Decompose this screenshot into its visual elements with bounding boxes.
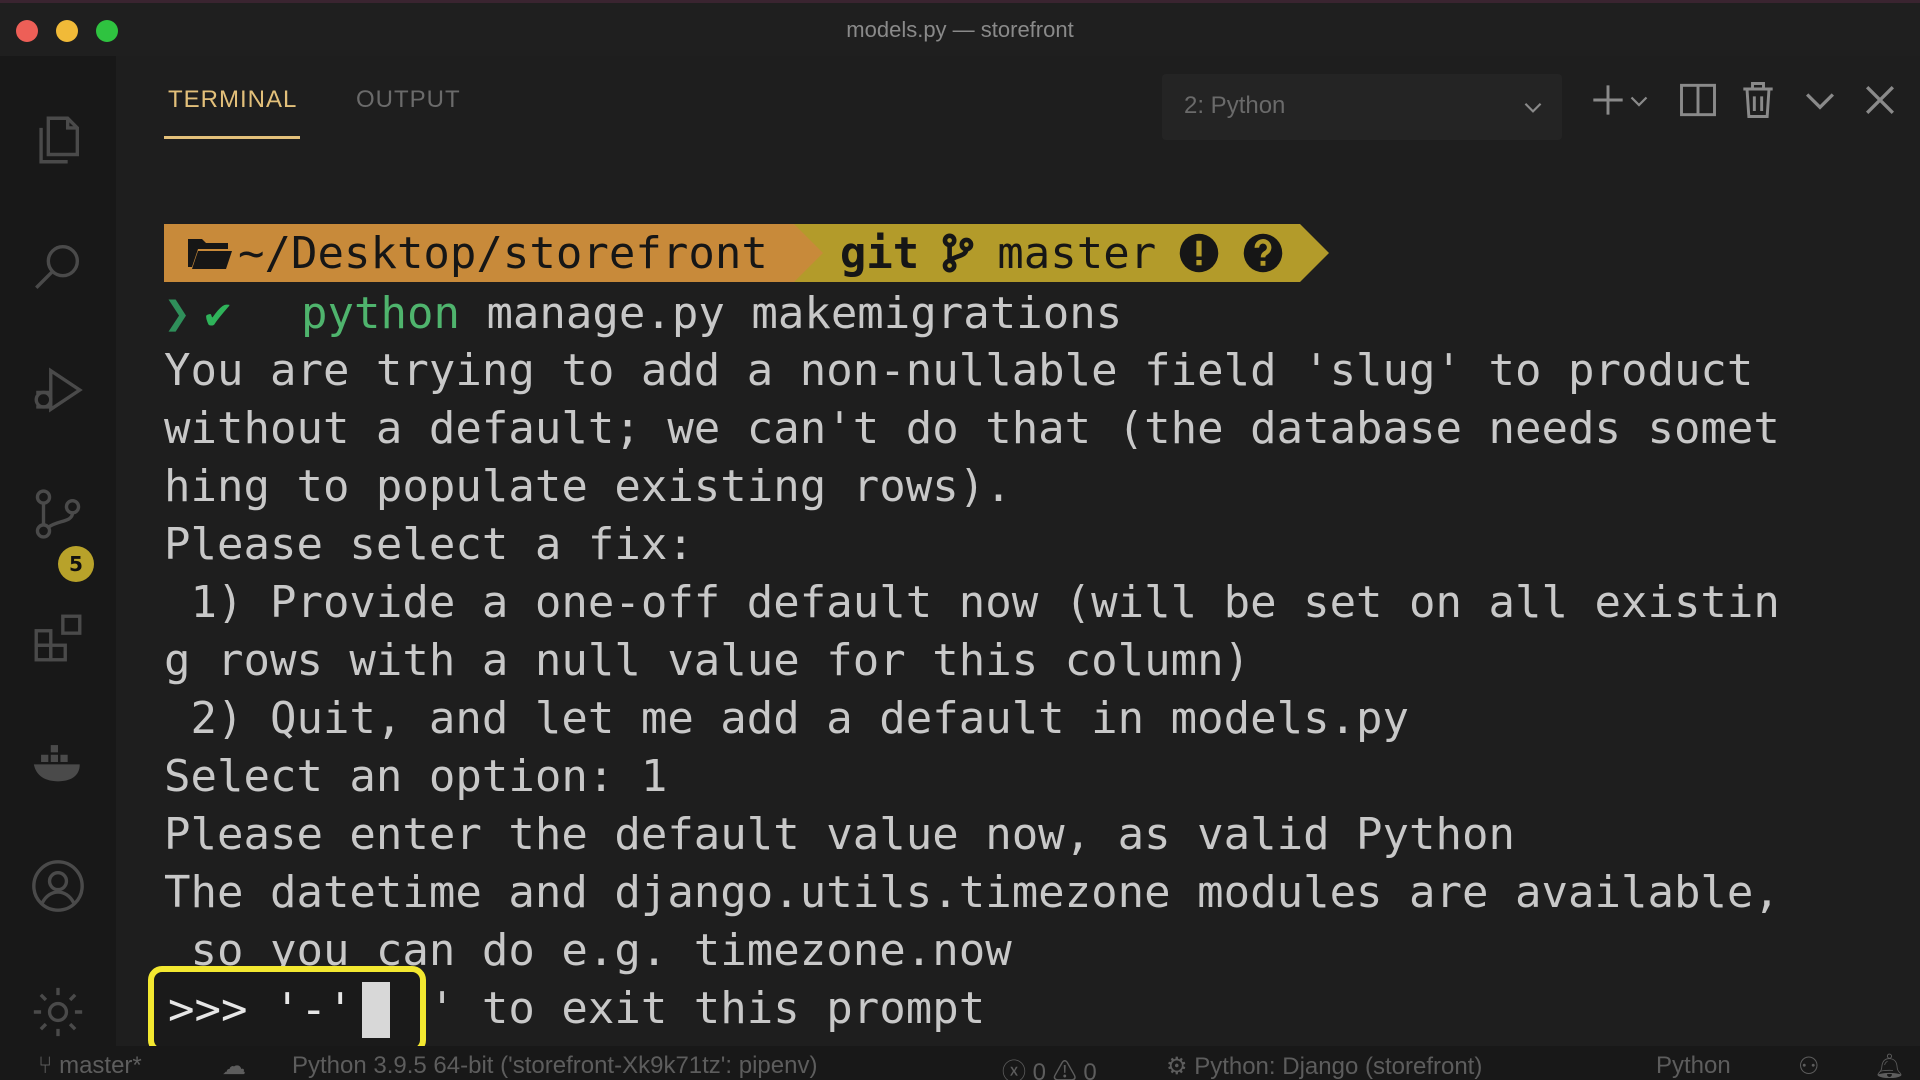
error-icon: ⓧ bbox=[1002, 1059, 1033, 1080]
command-line: ❯ ✔ python manage.py makemigrations bbox=[164, 284, 1122, 342]
maximize-panel-chevron-icon[interactable] bbox=[1798, 78, 1842, 122]
status-bar: ⑂ master* ☁ Python 3.9.5 64-bit ('storef… bbox=[0, 1046, 1920, 1080]
account-icon[interactable] bbox=[28, 856, 88, 916]
prompt-path: ~/Desktop/storefront bbox=[238, 227, 768, 279]
output-line: Select an option: 1 bbox=[164, 751, 668, 802]
output-line: g rows with a null value for this column… bbox=[164, 635, 1251, 686]
status-branch[interactable]: ⑂ master* bbox=[38, 1052, 142, 1080]
output-line: Please enter the default value now, as v… bbox=[164, 809, 1516, 860]
sync-icon[interactable]: ☁ bbox=[222, 1052, 246, 1080]
status-debug-config[interactable]: ⚙ Python: Django (storefront) bbox=[1166, 1052, 1482, 1080]
debug-icon[interactable] bbox=[28, 360, 88, 420]
prompt-git-segment: git master bbox=[793, 224, 1330, 282]
shell-prompt: ~/Desktop/storefront git master bbox=[164, 224, 1330, 282]
extensions-icon[interactable] bbox=[28, 608, 88, 668]
git-branch-icon: ⑂ bbox=[38, 1052, 60, 1079]
terminal-input[interactable]: >>> '-' bbox=[168, 984, 353, 1035]
success-check-icon: ✔ bbox=[204, 287, 232, 339]
output-line: 2) Quit, and let me add a default in mod… bbox=[164, 693, 1410, 744]
notifications-icon[interactable]: 🔔︎ bbox=[1874, 1052, 1904, 1080]
git-branch-icon bbox=[942, 233, 974, 273]
gear-icon[interactable] bbox=[28, 982, 88, 1042]
debug-config-label: Python: Django (storefront) bbox=[1194, 1053, 1483, 1080]
git-branch-name: master bbox=[997, 227, 1157, 279]
launch-profile-chevron-icon[interactable] bbox=[1624, 78, 1654, 122]
active-tab-indicator bbox=[164, 136, 300, 139]
warning-icon: ⚠ bbox=[1052, 1059, 1084, 1080]
output-line: hing to populate existing rows). bbox=[164, 461, 1012, 512]
window-title: models.py — storefront bbox=[846, 17, 1074, 42]
terminal-cursor bbox=[362, 982, 390, 1038]
search-icon[interactable] bbox=[28, 236, 88, 296]
output-line: 1) Provide a one-off default now (will b… bbox=[164, 577, 1780, 628]
terminal-panel: TERMINAL OUTPUT 2: Python ~/Desktop/stor… bbox=[116, 56, 1920, 1046]
split-terminal-icon[interactable] bbox=[1676, 78, 1720, 122]
prompt-chevron-icon: ❯ bbox=[164, 287, 191, 339]
title-bar: models.py — storefront bbox=[0, 0, 1920, 56]
output-line: without a default; we can't do that (the… bbox=[164, 403, 1780, 454]
debug-icon: ⚙ bbox=[1166, 1053, 1195, 1080]
status-problems[interactable]: ⓧ 0 ⚠ 0 bbox=[1002, 1052, 1097, 1080]
git-label: git bbox=[839, 227, 920, 279]
output-line: You are trying to add a non-nullable fie… bbox=[164, 345, 1754, 396]
warning-count: 0 bbox=[1083, 1059, 1097, 1080]
prompt-path-segment: ~/Desktop/storefront bbox=[164, 224, 823, 282]
command-program: python bbox=[301, 287, 460, 339]
status-branch-label: master* bbox=[59, 1052, 142, 1079]
files-icon[interactable] bbox=[28, 110, 88, 170]
live-share-icon[interactable]: ⚇ bbox=[1798, 1052, 1820, 1080]
activity-bar: 5 bbox=[0, 56, 116, 1046]
terminal-input-highlight[interactable]: >>> '-' bbox=[148, 966, 426, 1054]
panel-header: TERMINAL OUTPUT 2: Python bbox=[116, 56, 1920, 144]
terminal-selector-value: 2: Python bbox=[1184, 92, 1286, 119]
trash-icon[interactable] bbox=[1736, 78, 1780, 122]
terminal-selector[interactable]: 2: Python bbox=[1162, 74, 1562, 140]
status-language[interactable]: Python bbox=[1656, 1052, 1731, 1080]
tab-output[interactable]: OUTPUT bbox=[356, 86, 461, 114]
folder-open-icon bbox=[188, 239, 232, 269]
output-line: Please select a fix: bbox=[164, 519, 694, 570]
question-icon bbox=[1244, 233, 1283, 273]
chevron-down-icon bbox=[1524, 102, 1542, 113]
source-control-icon[interactable] bbox=[28, 484, 88, 544]
source-control-badge: 5 bbox=[58, 546, 94, 582]
close-panel-icon[interactable] bbox=[1858, 78, 1902, 122]
docker-icon[interactable] bbox=[28, 732, 88, 792]
exclamation-icon bbox=[1180, 233, 1219, 273]
terminal-output[interactable]: ~/Desktop/storefront git master ❯ ✔ pyth… bbox=[164, 166, 1920, 1046]
error-count: 0 bbox=[1032, 1059, 1047, 1080]
output-lines: You are trying to add a non-nullable fie… bbox=[164, 342, 1780, 1038]
tab-terminal[interactable]: TERMINAL bbox=[168, 86, 297, 114]
command-args: manage.py makemigrations bbox=[459, 287, 1123, 339]
output-line: The datetime and django.utils.timezone m… bbox=[164, 867, 1780, 918]
status-interpreter[interactable]: Python 3.9.5 64-bit ('storefront-Xk9k71t… bbox=[292, 1052, 817, 1080]
